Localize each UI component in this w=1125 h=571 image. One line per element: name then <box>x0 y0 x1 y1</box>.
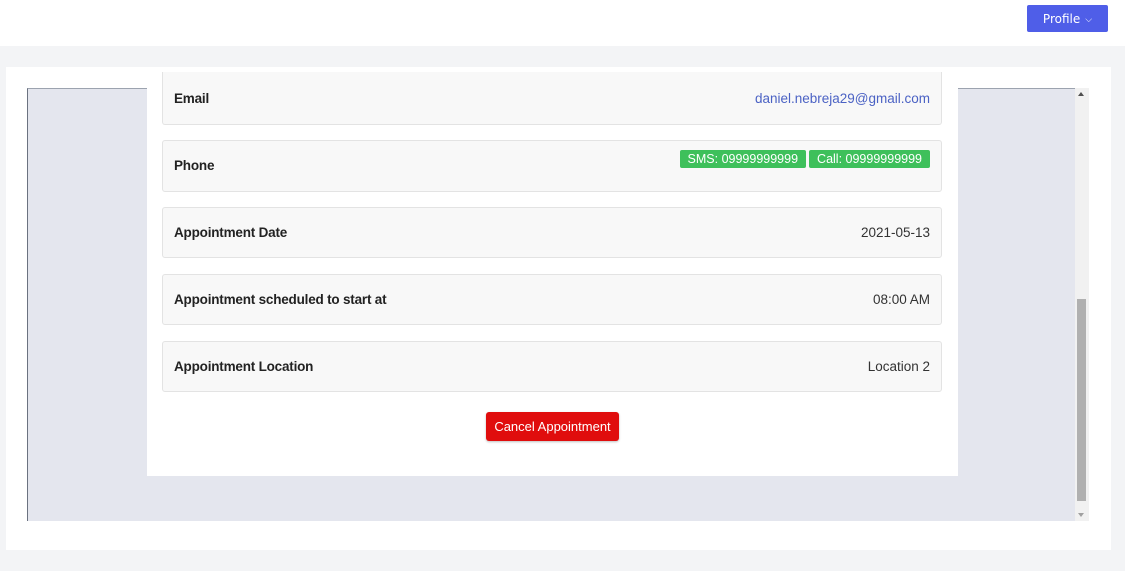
top-bar: Profile ⌵ <box>0 0 1125 46</box>
scroll-up-arrow-icon[interactable] <box>1078 92 1084 96</box>
email-value[interactable]: daniel.nebreja29@gmail.com <box>755 91 930 106</box>
vertical-scrollbar[interactable] <box>1075 88 1089 521</box>
sms-badge[interactable]: SMS: 09999999999 <box>679 150 807 168</box>
email-row: Email daniel.nebreja29@gmail.com <box>162 72 942 125</box>
appointment-location-value: Location 2 <box>867 359 930 374</box>
scrollbar-thumb[interactable] <box>1077 299 1086 501</box>
appointment-date-row: Appointment Date 2021-05-13 <box>162 207 942 258</box>
phone-badges: SMS: 09999999999 Call: 09999999999 <box>679 150 930 168</box>
profile-dropdown-button[interactable]: Profile ⌵ <box>1027 5 1108 32</box>
phone-row: Phone SMS: 09999999999 Call: 09999999999 <box>162 140 942 192</box>
appointment-location-row: Appointment Location Location 2 <box>162 341 942 392</box>
cancel-appointment-button[interactable]: Cancel Appointment <box>486 412 619 441</box>
appointment-date-value: 2021-05-13 <box>860 225 930 240</box>
appointment-time-label: Appointment scheduled to start at <box>174 292 387 307</box>
profile-label: Profile <box>1042 11 1081 26</box>
appointment-location-label: Appointment Location <box>174 359 314 374</box>
call-badge[interactable]: Call: 09999999999 <box>809 150 930 168</box>
phone-label: Phone <box>174 158 215 173</box>
chevron-down-icon: ⌵ <box>1085 14 1093 25</box>
appointment-time-row: Appointment scheduled to start at 08:00 … <box>162 274 942 325</box>
appointment-date-label: Appointment Date <box>174 225 288 240</box>
appointment-time-value: 08:00 AM <box>872 292 930 307</box>
scroll-down-arrow-icon[interactable] <box>1078 513 1084 517</box>
email-label: Email <box>174 91 210 106</box>
